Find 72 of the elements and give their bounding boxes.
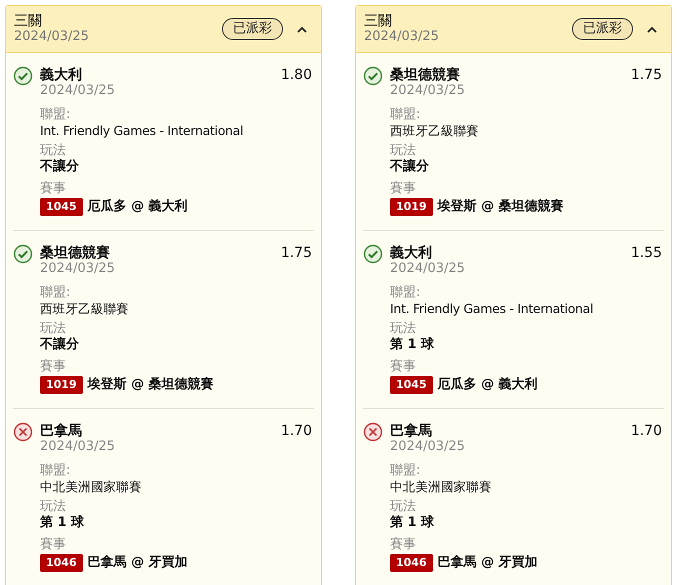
match-teams: 埃登斯 @ 桑坦德競賽 xyxy=(438,198,564,216)
field-label: 玩法 xyxy=(390,321,417,337)
odds: 1.55 xyxy=(630,245,662,261)
field-label: 聯盟: xyxy=(40,285,72,301)
odds: 1.75 xyxy=(280,245,312,261)
odds: 1.80 xyxy=(280,67,312,83)
field-label: 聯盟: xyxy=(40,463,72,479)
odds: 1.70 xyxy=(630,423,662,439)
match-number-badge: 1046 xyxy=(40,554,83,572)
match-number-badge: 1045 xyxy=(40,198,83,216)
field-label: 賽事 xyxy=(390,181,417,197)
field-label: 玩法 xyxy=(40,143,67,158)
match-teams: 埃登斯 @ 桑坦德競賽 xyxy=(88,376,214,394)
match-teams: 巴拿馬 @ 牙買加 xyxy=(438,554,538,572)
selection-date: 2024/03/25 xyxy=(390,439,466,454)
bet-date: 2024/03/25 xyxy=(14,29,90,44)
bet-type: 不讓分 xyxy=(40,337,80,353)
field-label: 聯盟: xyxy=(40,107,72,123)
match-teams: 巴拿馬 @ 牙買加 xyxy=(88,554,188,572)
selection-name: 巴拿馬 xyxy=(390,423,432,439)
status-badge: 已派彩 xyxy=(572,18,633,40)
odds: 1.75 xyxy=(630,67,662,83)
selection-date: 2024/03/25 xyxy=(40,83,116,98)
match-teams: 厄瓜多 @ 義大利 xyxy=(438,376,538,394)
field-label: 玩法 xyxy=(390,499,417,515)
field-label: 聯盟: xyxy=(390,285,422,301)
field-label: 賽事 xyxy=(40,181,67,197)
bet-type: 第 1 球 xyxy=(390,337,436,353)
bet-type: 不讓分 xyxy=(390,159,430,175)
field-label: 賽事 xyxy=(40,359,67,375)
league-name: 西班牙乙級聯賽 xyxy=(390,123,480,139)
check-circle-icon xyxy=(13,244,33,264)
odds: 1.70 xyxy=(280,423,312,439)
bet-type: 第 1 球 xyxy=(40,515,86,531)
check-circle-icon xyxy=(13,66,33,86)
selection-name: 巴拿馬 xyxy=(40,423,82,439)
selection-date: 2024/03/25 xyxy=(40,439,116,454)
bet-type: 第 1 球 xyxy=(390,515,436,531)
selection-date: 2024/03/25 xyxy=(40,261,116,276)
selection-name: 桑坦德競賽 xyxy=(390,67,460,83)
field-label: 玩法 xyxy=(40,499,67,515)
league-name: Int. Friendly Games - International xyxy=(390,301,594,317)
league-name: 中北美洲國家聯賽 xyxy=(390,479,493,495)
field-label: 賽事 xyxy=(390,537,417,553)
match-teams: 厄瓜多 @ 義大利 xyxy=(88,198,188,216)
match-number-badge: 1045 xyxy=(390,376,433,394)
status-badge: 已派彩 xyxy=(222,18,283,40)
match-number-badge: 1019 xyxy=(40,376,83,394)
selection-date: 2024/03/25 xyxy=(390,261,466,276)
match-number-badge: 1019 xyxy=(390,198,433,216)
check-circle-icon xyxy=(363,66,383,86)
field-label: 聯盟: xyxy=(390,463,422,479)
bet-type-title: 三關 xyxy=(364,14,393,29)
field-label: 賽事 xyxy=(40,537,67,553)
bet-type-title: 三關 xyxy=(14,14,43,29)
league-name: Int. Friendly Games - International xyxy=(40,123,244,139)
selection-name: 桑坦德競賽 xyxy=(40,245,110,261)
field-label: 玩法 xyxy=(390,143,417,158)
bet-date: 2024/03/25 xyxy=(364,29,440,44)
bet-type: 不讓分 xyxy=(40,159,80,175)
league-name: 中北美洲國家聯賽 xyxy=(40,479,143,495)
selection-name: 義大利 xyxy=(390,245,432,261)
cross-circle-icon xyxy=(363,422,383,442)
cross-circle-icon xyxy=(13,422,33,442)
field-label: 聯盟: xyxy=(390,107,422,123)
field-label: 玩法 xyxy=(40,321,67,336)
league-name: 西班牙乙級聯賽 xyxy=(40,301,130,317)
selection-name: 義大利 xyxy=(40,67,82,83)
match-number-badge: 1046 xyxy=(390,554,433,572)
field-label: 賽事 xyxy=(390,359,417,375)
check-circle-icon xyxy=(363,244,383,264)
selection-date: 2024/03/25 xyxy=(390,83,466,98)
